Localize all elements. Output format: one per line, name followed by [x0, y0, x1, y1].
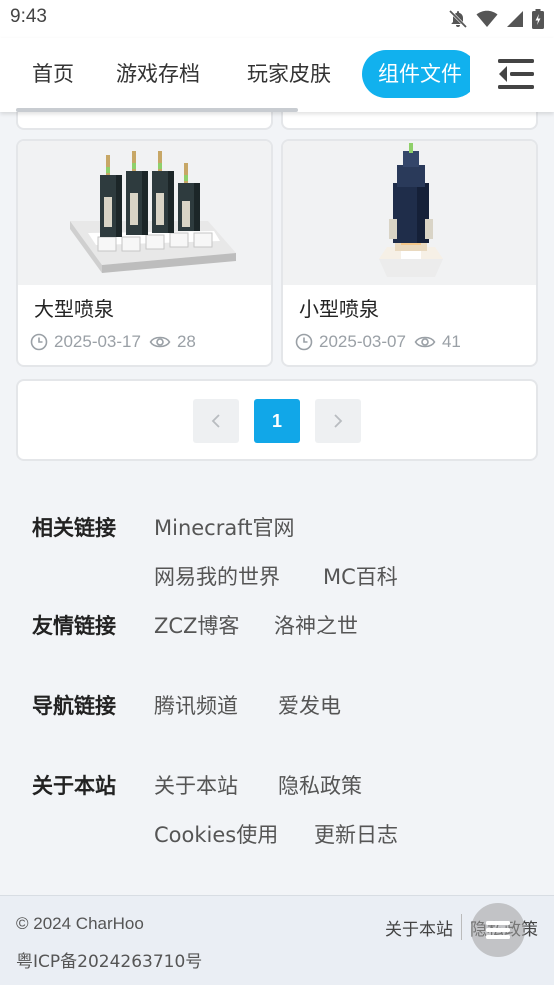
link-tencent-channel[interactable]: 腾讯频道 — [154, 690, 238, 720]
chevron-left-icon — [211, 414, 220, 428]
tab-scroll-indicator — [16, 108, 298, 112]
card-title[interactable]: 大型喷泉 — [34, 293, 114, 322]
small-fountain-image — [379, 143, 443, 277]
link-cookies[interactable]: Cookies使用 — [154, 819, 278, 849]
card-title[interactable]: 小型喷泉 — [299, 293, 379, 322]
card-date: 2025-03-17 — [54, 332, 141, 351]
icp-link[interactable]: 粤ICP备2024263710号 — [16, 947, 202, 972]
chevron-right-icon — [334, 414, 343, 428]
link-netease-minecraft[interactable]: 网易我的世界 — [154, 561, 280, 591]
status-bar: 9:43 — [0, 0, 554, 38]
tab-game-saves[interactable]: 游戏存档 — [116, 50, 200, 98]
prev-page-button[interactable] — [193, 399, 239, 443]
friend-links-label: 友情链接 — [32, 614, 116, 638]
nav-tabs: 首页 游戏存档 玩家皮肤 组件文件 — [0, 38, 470, 112]
card-meta: 2025-03-17 28 — [30, 331, 196, 353]
related-links-label: 相关链接 — [32, 516, 116, 540]
resource-card[interactable]: 大型喷泉 2025-03-17 28 — [16, 139, 273, 367]
clock-icon — [295, 333, 313, 351]
link-afdian[interactable]: 爱发电 — [278, 690, 341, 720]
next-page-button[interactable] — [315, 399, 361, 443]
clock-icon — [30, 333, 48, 351]
footer-about-link[interactable]: 关于本站 — [385, 915, 453, 940]
card-views: 28 — [176, 332, 196, 351]
link-minecraft-official[interactable]: Minecraft官网 — [154, 512, 295, 542]
status-time: 9:43 — [10, 6, 47, 27]
tab-component-files[interactable]: 组件文件 — [362, 50, 470, 98]
wifi-icon — [476, 10, 498, 27]
card-thumbnail — [18, 141, 271, 285]
current-page-button[interactable]: 1 — [254, 399, 300, 443]
copyright-text: © 2024 CharHoo — [16, 914, 144, 933]
card-meta: 2025-03-07 41 — [295, 331, 461, 353]
link-privacy-policy[interactable]: 隐私政策 — [278, 770, 362, 800]
site-footer: © 2024 CharHoo 粤ICP备2024263710号 关于本站 隐私政… — [0, 895, 554, 985]
resource-card[interactable]: 小型喷泉 2025-03-07 41 — [281, 139, 538, 367]
footer-divider — [461, 914, 462, 940]
about-label: 关于本站 — [32, 774, 116, 798]
link-zcz-blog[interactable]: ZCZ博客 — [154, 610, 239, 640]
menu-collapse-icon — [498, 59, 534, 89]
card-date: 2025-03-07 — [319, 332, 406, 351]
card-thumbnail — [283, 141, 536, 285]
tab-player-skins[interactable]: 玩家皮肤 — [247, 50, 331, 98]
battery-icon — [532, 9, 544, 29]
menu-icon — [486, 921, 510, 939]
floating-menu-button[interactable] — [471, 903, 525, 957]
link-mc-wiki[interactable]: MC百科 — [323, 561, 398, 591]
tab-home[interactable]: 首页 — [32, 50, 74, 98]
status-icons — [448, 8, 544, 30]
pagination: 1 — [16, 379, 538, 461]
large-fountain-image — [70, 151, 236, 273]
eye-icon — [414, 336, 436, 348]
eye-icon — [149, 336, 171, 348]
top-navigation: 首页 游戏存档 玩家皮肤 组件文件 — [0, 38, 554, 112]
card-views: 41 — [441, 332, 461, 351]
link-changelog[interactable]: 更新日志 — [314, 819, 398, 849]
cellular-signal-icon — [507, 11, 523, 27]
nav-links-label: 导航链接 — [32, 694, 116, 718]
notifications-off-icon — [448, 9, 468, 29]
link-about[interactable]: 关于本站 — [154, 770, 238, 800]
link-luoshen[interactable]: 洛神之世 — [274, 610, 358, 640]
menu-button[interactable] — [496, 56, 536, 92]
